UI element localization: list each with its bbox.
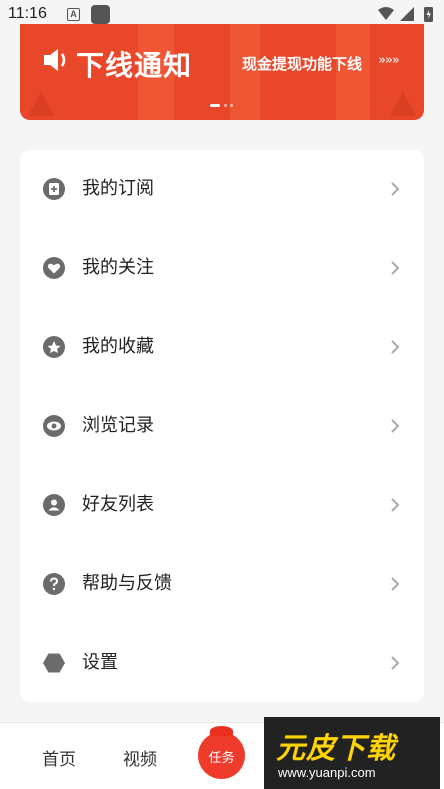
app-notification-icon — [91, 5, 110, 24]
chevron-right-icon — [391, 182, 400, 196]
person-icon — [43, 494, 65, 516]
banner-subtitle: 现金提现功能下线 — [242, 55, 363, 73]
carousel-dot — [224, 104, 227, 107]
menu-item-label: 我的订阅 — [82, 178, 154, 199]
tab-video[interactable]: 视频 — [123, 745, 157, 770]
eye-icon — [43, 415, 65, 437]
tab-home[interactable]: 首页 — [42, 745, 76, 770]
settings-hex-icon — [43, 653, 65, 673]
chevron-right-icon — [391, 577, 400, 591]
wifi-icon — [378, 7, 394, 20]
menu-item-favorites[interactable]: 我的收藏 — [20, 308, 424, 387]
menu-item-label: 帮助与反馈 — [82, 573, 172, 594]
carousel-dot — [230, 104, 233, 107]
decorative-left-icon — [28, 92, 54, 116]
chevron-right-icon — [391, 419, 400, 433]
heart-icon — [43, 257, 65, 279]
menu-item-label: 我的关注 — [82, 257, 154, 278]
banner-arrows: »»» — [378, 53, 400, 68]
menu-card: 我的订阅 我的关注 我的收藏 浏览记录 好友列表 帮助与反馈 设置 — [20, 150, 424, 702]
menu-item-subscription[interactable]: 我的订阅 — [20, 150, 424, 229]
menu-item-label: 我的收藏 — [82, 336, 154, 357]
speaker-icon — [44, 49, 66, 71]
watermark-logo: 元皮下载 www.yuanpi.com — [264, 717, 440, 789]
tab-task[interactable]: 任务 — [198, 726, 245, 779]
carousel-indicator — [210, 104, 240, 108]
watermark-url: www.yuanpi.com — [278, 765, 376, 780]
status-time: 11:16 — [8, 5, 47, 22]
menu-item-friends[interactable]: 好友列表 — [20, 466, 424, 545]
watermark-brand: 元皮下载 — [276, 731, 397, 765]
question-icon — [43, 573, 65, 595]
chevron-right-icon — [391, 261, 400, 275]
star-icon — [43, 336, 65, 358]
banner-title: 下线通知 — [76, 49, 193, 82]
chevron-right-icon — [391, 498, 400, 512]
money-bag-icon — [210, 726, 233, 736]
notification-icon: A — [67, 8, 80, 21]
menu-item-history[interactable]: 浏览记录 — [20, 387, 424, 466]
system-status-icons — [378, 7, 433, 22]
menu-item-help[interactable]: 帮助与反馈 — [20, 545, 424, 624]
signal-icon — [400, 7, 414, 21]
chevron-right-icon — [391, 656, 400, 670]
menu-item-label: 设置 — [82, 652, 118, 673]
decorative-right-icon — [390, 92, 416, 116]
menu-item-label: 好友列表 — [82, 494, 154, 515]
carousel-dot-active — [210, 104, 220, 107]
tab-task-label: 任务 — [208, 751, 235, 766]
menu-item-following[interactable]: 我的关注 — [20, 229, 424, 308]
menu-item-label: 浏览记录 — [82, 415, 154, 436]
announcement-banner[interactable]: 下线通知 现金提现功能下线 »»» — [20, 24, 424, 120]
chevron-right-icon — [391, 340, 400, 354]
subscription-icon — [43, 178, 65, 200]
menu-item-settings[interactable]: 设置 — [20, 624, 424, 703]
